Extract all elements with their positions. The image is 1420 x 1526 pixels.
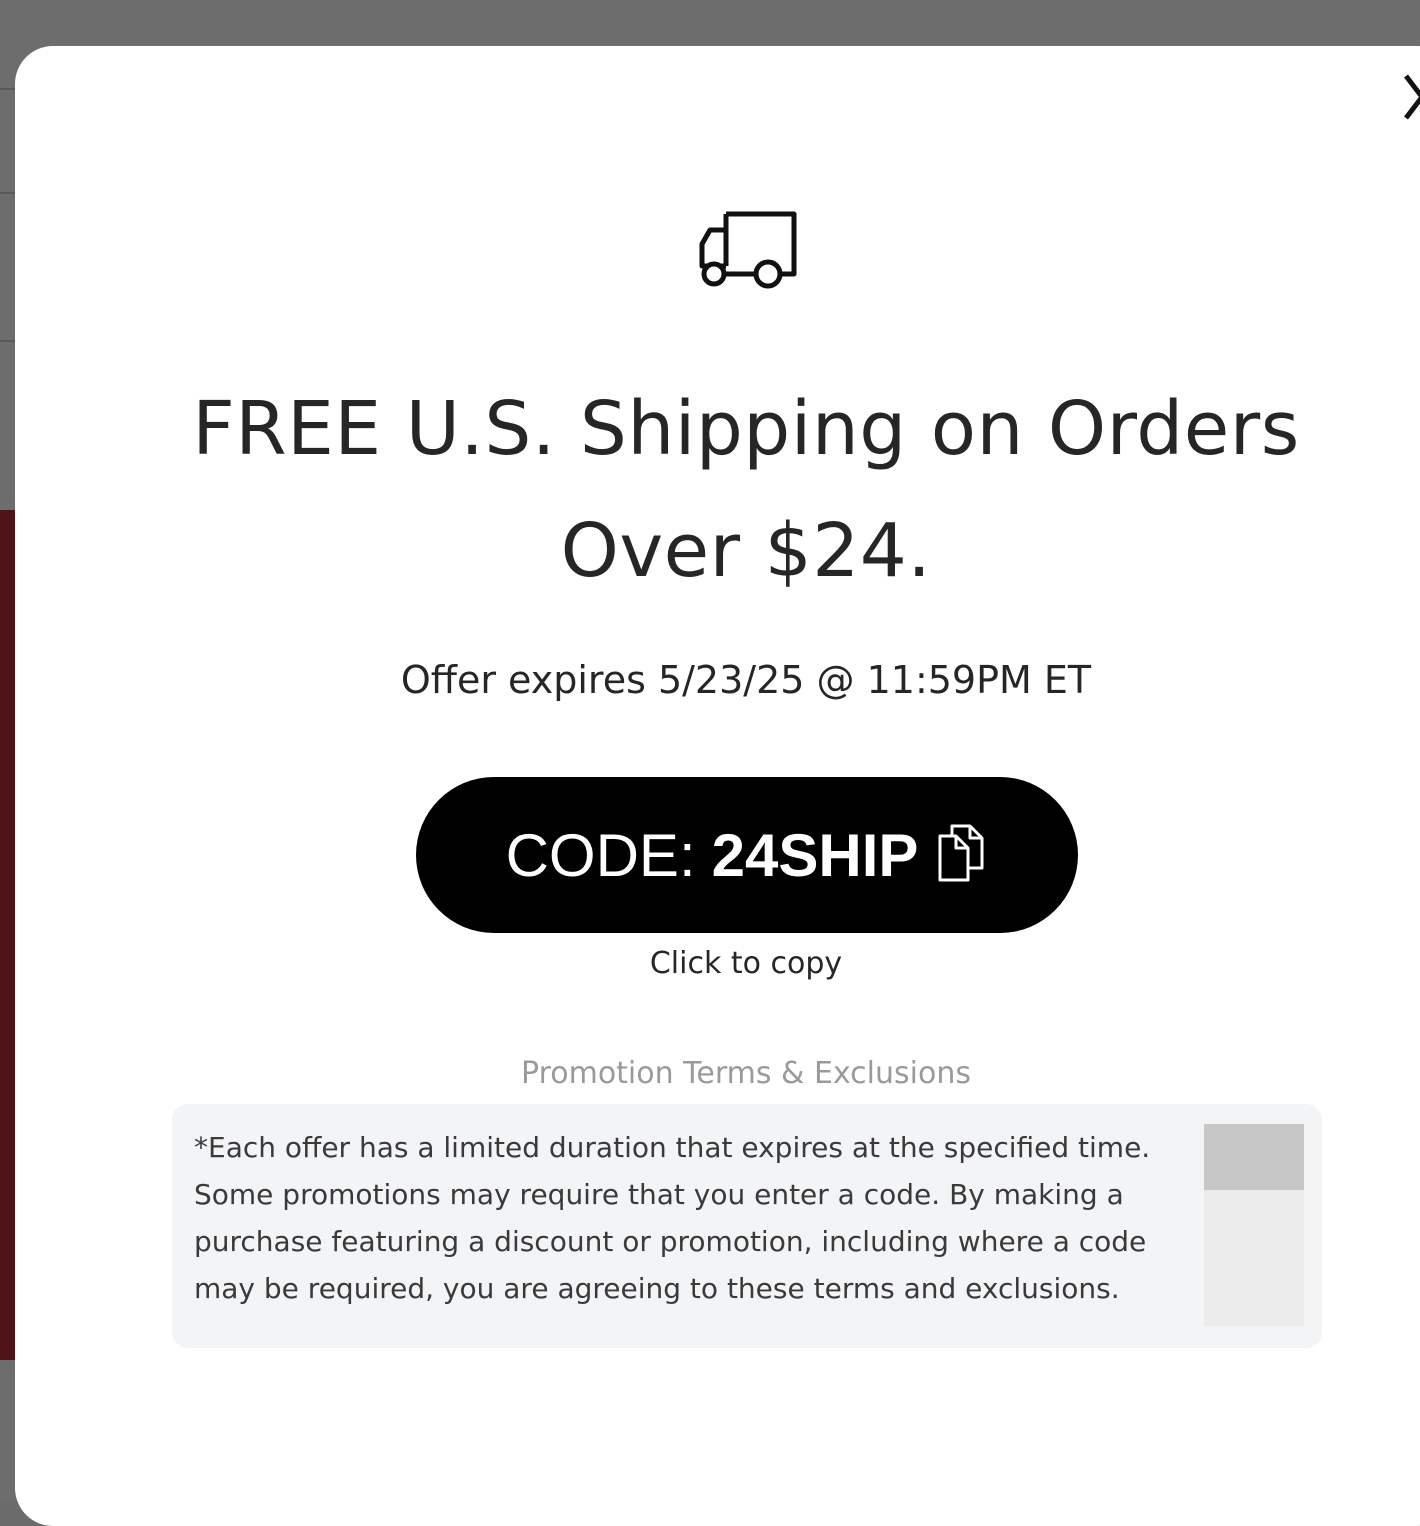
terms-heading: Promotion Terms & Exclusions [521, 1056, 971, 1091]
terms-scrollbar-thumb[interactable] [1204, 1124, 1304, 1190]
code-label: CODE: [505, 821, 696, 889]
terms-scroll-box[interactable]: *Each offer has a limited duration that … [172, 1104, 1322, 1348]
promo-title: FREE U.S. Shipping on Orders Over $24. [192, 386, 1300, 594]
copy-hint-text: Click to copy [649, 946, 843, 981]
truck-icon [699, 211, 797, 289]
offer-expiry-text: Offer expires 5/23/25 @ 11:59PM ET [400, 658, 1092, 702]
promo-code: 24SHIP [711, 821, 919, 889]
terms-text: *Each offer has a limited duration that … [194, 1131, 1151, 1324]
copy-icon [938, 824, 984, 882]
close-button[interactable] [1398, 70, 1420, 126]
close-x-icon [1404, 74, 1420, 120]
copy-code-button[interactable]: CODE: 24SHIP [416, 777, 1078, 933]
